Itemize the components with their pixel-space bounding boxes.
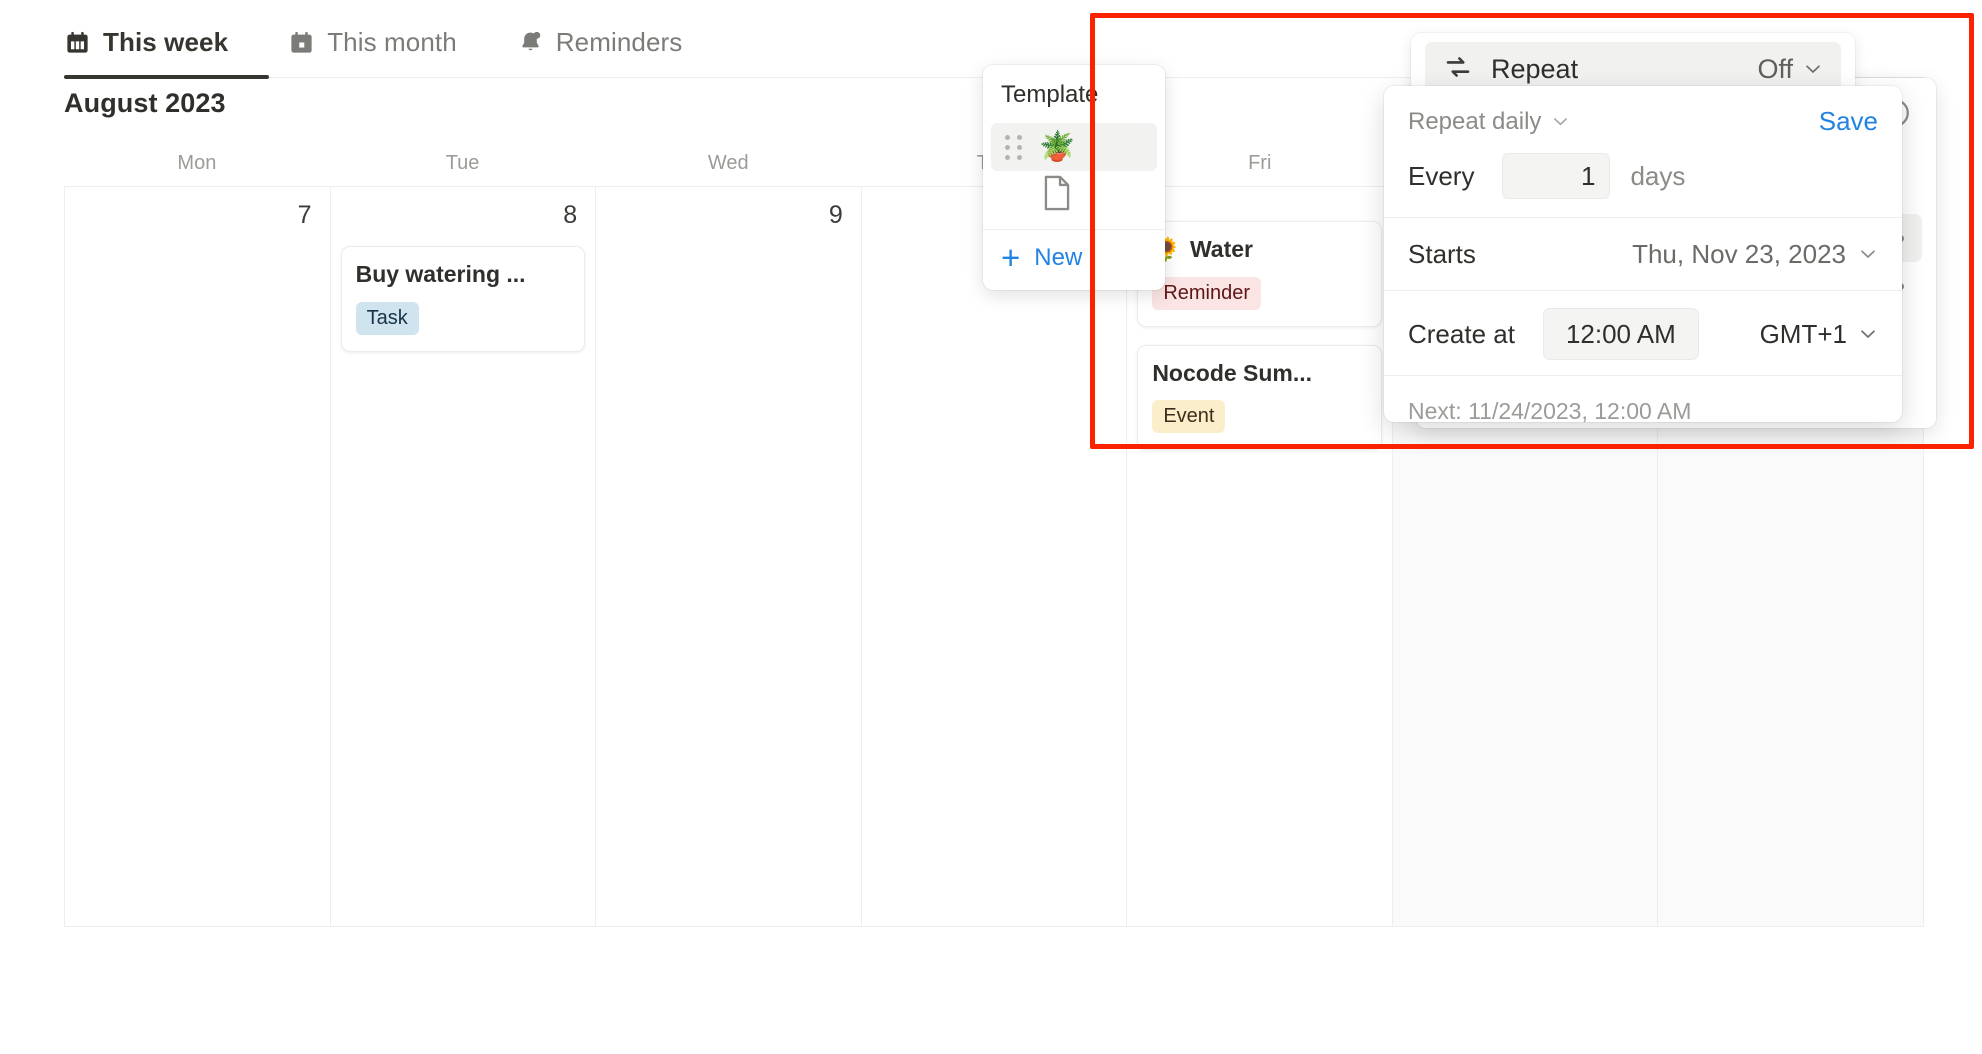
calendar-day-number: [1137, 197, 1382, 203]
repeat-interval-input[interactable]: 1: [1502, 153, 1611, 199]
calendar-event-card[interactable]: Buy watering ... Task: [340, 246, 586, 352]
repeat-value-dropdown[interactable]: Off: [1757, 54, 1823, 85]
calendar-day-number: 8: [563, 201, 578, 229]
bell-icon: [517, 29, 544, 56]
repeat-timezone-dropdown[interactable]: GMT+1: [1760, 319, 1878, 350]
tab-this-week[interactable]: This week: [64, 18, 250, 66]
tab-reminders[interactable]: Reminders: [517, 18, 705, 66]
templates-popup-title: Template: [1001, 81, 1099, 108]
repeat-unit-label: days: [1630, 160, 1686, 191]
status-badge: Event: [1152, 400, 1226, 434]
page-title: August 2023: [64, 88, 226, 118]
calendar-event-title: Nocode Sum...: [1152, 359, 1313, 386]
plus-icon: +: [1001, 238, 1021, 276]
calendar-event-card[interactable]: Nocode Sum... Event: [1137, 344, 1382, 451]
active-tab-underline: [64, 75, 269, 79]
calendar-event-title: 🌻 Water: [1152, 236, 1367, 264]
calendar-month-icon: [288, 29, 315, 56]
repeat-frequency-label: Repeat daily: [1408, 107, 1542, 135]
repeat-create-at-row: Create at 12:00 AM GMT+1: [1384, 293, 1902, 375]
calendar-day-number: 7: [297, 201, 312, 229]
repeat-label: Repeat: [1491, 53, 1579, 84]
drag-handle-icon[interactable]: [1005, 134, 1023, 160]
templates-popup: Template 🪴 + New: [983, 65, 1165, 290]
repeat-settings-popup: Repeat daily Save Every 1 days Starts Th…: [1384, 86, 1902, 422]
repeat-icon: [1443, 52, 1473, 87]
calendar-day-header: Tue: [445, 152, 480, 174]
calendar-day-number: 9: [828, 201, 843, 229]
calendar-day-header: Mon: [177, 152, 217, 174]
chevron-down-icon: [1551, 112, 1570, 131]
tab-this-week-label: This week: [103, 26, 229, 57]
chevron-down-icon: [1858, 244, 1878, 264]
calendar-week-icon: [64, 29, 91, 56]
repeat-popup-header: Repeat daily Save: [1384, 86, 1902, 137]
repeat-next-occurrence: Next: 11/24/2023, 12:00 AM: [1408, 398, 1692, 422]
repeat-timezone-value: GMT+1: [1759, 318, 1847, 349]
repeat-every-row: Every 1 days: [1384, 137, 1902, 215]
repeat-start-date-value: Thu, Nov 23, 2023: [1632, 238, 1846, 269]
repeat-create-at-label: Create at: [1408, 318, 1515, 349]
repeat-value: Off: [1757, 53, 1793, 84]
app-root: This week This month Reminders August 20…: [0, 0, 1982, 1054]
calendar-day-header: Fri: [1248, 152, 1272, 174]
calendar-day-cell[interactable]: 10: [862, 187, 1128, 926]
repeat-divider-1: [1384, 217, 1902, 218]
repeat-starts-row: Starts Thu, Nov 23, 2023: [1384, 220, 1902, 288]
calendar-day-cell[interactable]: 🌻 Water Reminder Nocode Sum... Event: [1127, 187, 1393, 926]
template-emoji: 🪴: [1039, 130, 1076, 163]
status-badge: Reminder: [1152, 276, 1262, 310]
repeat-divider-2: [1384, 290, 1902, 291]
calendar-day-cell[interactable]: 8 Buy watering ... Task: [331, 187, 597, 926]
tab-reminders-label: Reminders: [555, 26, 683, 57]
template-item-plant[interactable]: 🪴: [991, 123, 1157, 171]
calendar-event-title-text: Water: [1189, 236, 1254, 262]
calendar-event-title: Buy watering ...: [355, 261, 526, 287]
chevron-down-icon: [1803, 59, 1823, 79]
new-template-button[interactable]: + New: [983, 230, 1165, 276]
calendar-bottom-border: [64, 926, 1924, 927]
save-button[interactable]: Save: [1819, 106, 1878, 137]
calendar-day-header: Wed: [707, 152, 749, 174]
calendar-day-cell[interactable]: 7: [64, 187, 331, 926]
status-badge: Task: [355, 301, 419, 335]
new-template-label: New: [1034, 244, 1083, 271]
calendar-event-card[interactable]: 🌻 Water Reminder: [1137, 221, 1382, 327]
document-icon[interactable]: [1041, 175, 1165, 216]
repeat-start-date-picker[interactable]: Thu, Nov 23, 2023: [1632, 239, 1878, 270]
tab-this-month-label: This month: [327, 26, 457, 57]
repeat-every-label: Every: [1408, 160, 1475, 191]
chevron-down-icon: [1858, 324, 1878, 344]
calendar-day-cell[interactable]: 9: [596, 187, 862, 926]
tab-this-month[interactable]: This month: [288, 18, 479, 66]
repeat-frequency-dropdown[interactable]: Repeat daily: [1408, 108, 1570, 136]
repeat-time-input[interactable]: 12:00 AM: [1542, 308, 1699, 360]
repeat-starts-label: Starts: [1408, 238, 1476, 269]
